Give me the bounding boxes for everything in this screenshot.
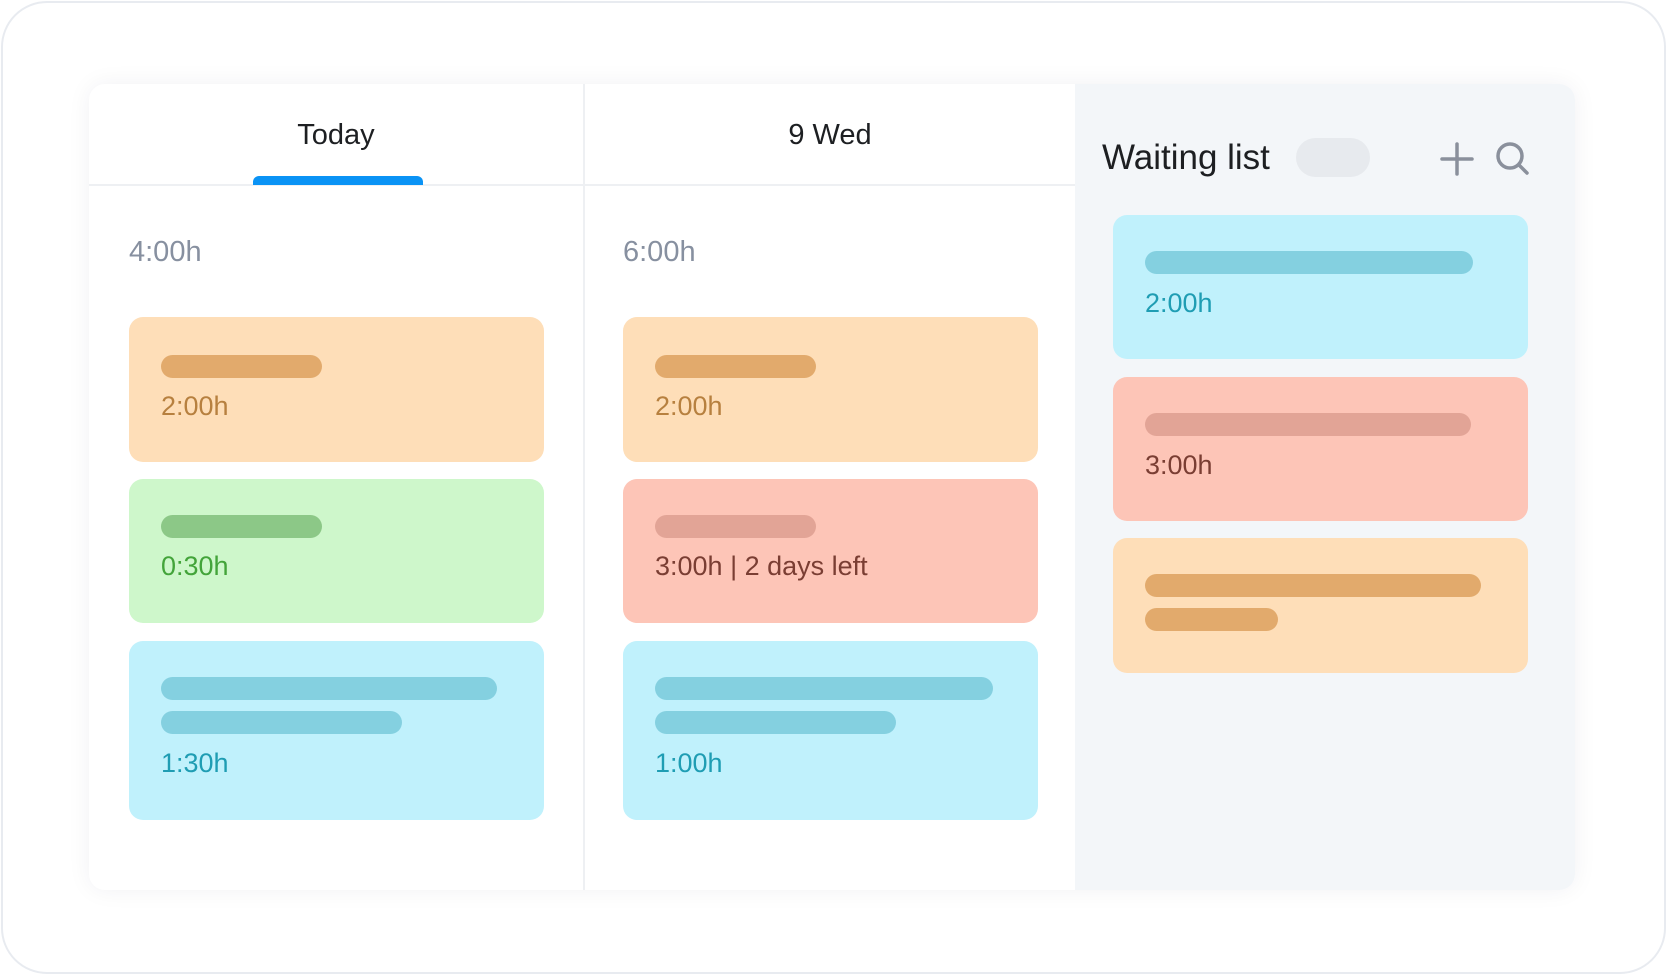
day-title: Today	[297, 119, 375, 151]
waiting-task-card[interactable]	[1113, 538, 1528, 673]
waiting-task-card[interactable]: 3:00h	[1113, 377, 1528, 521]
task-card[interactable]: 0:30h	[129, 479, 544, 623]
task-duration: 2:00h	[1145, 288, 1213, 318]
task-card[interactable]: 1:30h	[129, 641, 544, 820]
day-title: 9 Wed	[788, 119, 872, 151]
task-card[interactable]: 3:00h | 2 days left	[623, 479, 1038, 623]
task-title-placeholder	[161, 711, 402, 734]
task-duration: 3:00h | 2 days left	[655, 551, 868, 581]
search-icon	[1496, 142, 1529, 175]
day-total: 4:00h	[129, 236, 202, 268]
task-card[interactable]: 2:00h	[623, 317, 1038, 462]
planner-panel: Today 4:00h 2:00h 0:30h 1:30h 9 Wed 6:00…	[89, 84, 1575, 890]
task-card[interactable]: 2:00h	[129, 317, 544, 462]
task-duration: 2:00h	[655, 391, 723, 421]
waiting-list-title: Waiting list	[1102, 138, 1270, 177]
task-card[interactable]: 1:00h	[623, 641, 1038, 820]
task-title-placeholder	[1145, 251, 1473, 274]
task-title-placeholder	[161, 677, 497, 700]
tab-wed[interactable]: 9 Wed	[585, 84, 1075, 186]
day-total: 6:00h	[623, 236, 696, 268]
task-title-placeholder	[161, 355, 322, 378]
day-column-wed: 9 Wed 6:00h 2:00h 3:00h | 2 days left 1:…	[585, 84, 1075, 890]
search-button[interactable]	[1493, 139, 1533, 179]
day-column-today: Today 4:00h 2:00h 0:30h 1:30h	[89, 84, 585, 890]
waiting-list-count-badge	[1296, 138, 1370, 177]
task-duration: 0:30h	[161, 551, 229, 581]
task-duration: 3:00h	[1145, 450, 1213, 480]
waiting-task-card[interactable]: 2:00h	[1113, 215, 1528, 359]
task-title-placeholder	[655, 677, 993, 700]
task-title-placeholder	[1145, 413, 1471, 436]
waiting-list: Waiting list 2:00h 3:00h	[1075, 84, 1575, 890]
task-duration: 1:00h	[655, 748, 723, 778]
active-tab-indicator	[253, 176, 423, 185]
task-duration: 2:00h	[161, 391, 229, 421]
task-title-placeholder	[1145, 608, 1278, 631]
plus-icon	[1440, 142, 1474, 176]
task-title-placeholder	[1145, 574, 1481, 597]
task-title-placeholder	[655, 515, 816, 538]
task-duration: 1:30h	[161, 748, 229, 778]
tab-today[interactable]: Today	[89, 84, 583, 186]
task-title-placeholder	[161, 515, 322, 538]
task-title-placeholder	[655, 355, 816, 378]
add-button[interactable]	[1437, 139, 1477, 179]
task-title-placeholder	[655, 711, 896, 734]
